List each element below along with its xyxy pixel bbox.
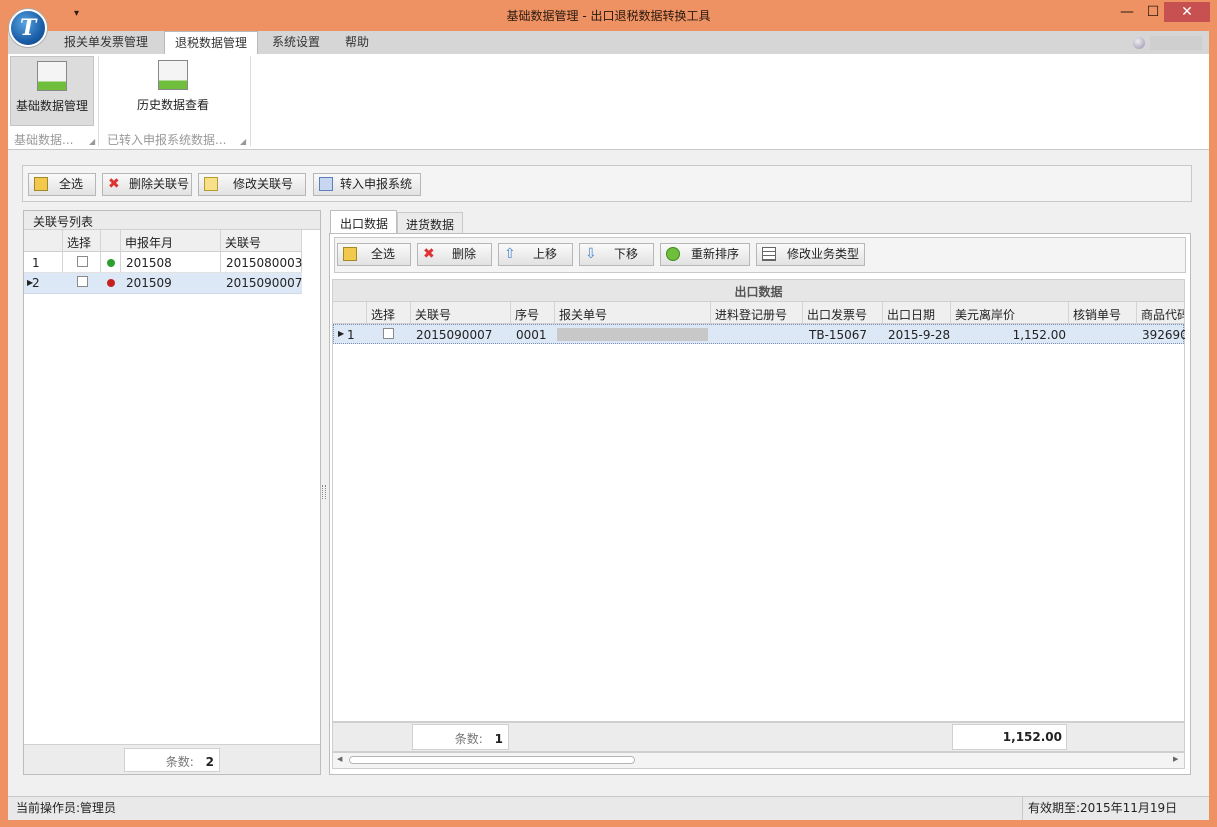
row-fob: 1,152.00	[1012, 328, 1066, 342]
left-count-box: 条数: 2	[124, 748, 220, 772]
checklist-icon	[34, 177, 48, 191]
row-pointer-icon: ▶	[27, 278, 34, 287]
grid-title: 出口数据	[333, 280, 1184, 302]
expire-date: 有效期至:2015年11月19日	[1028, 801, 1178, 815]
list-icon	[762, 247, 776, 261]
link-list-panel	[23, 210, 321, 775]
col-registration[interactable]: 进料登记册号	[711, 306, 801, 323]
edit-link-button[interactable]: 修改关联号	[198, 173, 306, 196]
history-data-icon	[158, 60, 188, 90]
basic-data-button[interactable]: 基础数据管理	[10, 56, 94, 126]
arrow-up-icon: ⇧	[504, 246, 516, 262]
delete-icon: ✖	[423, 246, 435, 262]
col-seq[interactable]: 序号	[511, 306, 553, 323]
col-invoice[interactable]: 出口发票号	[803, 306, 881, 323]
import-declare-button[interactable]: 转入申报系统	[313, 173, 421, 196]
row-invoice: TB-15067	[809, 328, 868, 342]
row-month: 201508	[126, 256, 172, 270]
status-divider	[1022, 796, 1023, 820]
row-link: 2015090007	[416, 328, 493, 342]
export-grid	[332, 279, 1185, 722]
scroll-left-icon[interactable]: ◀	[337, 755, 342, 763]
col-fob[interactable]: 美元离岸价	[951, 306, 1067, 323]
row-checkbox[interactable]	[77, 276, 88, 287]
row-number: 1	[32, 256, 40, 270]
col-date[interactable]: 出口日期	[883, 306, 949, 323]
arrow-down-icon: ⇩	[585, 246, 597, 262]
app-window: 基础数据管理 - 出口退税数据转换工具 ▾ — ☐ ✕ T 报关单发票管理 退税…	[0, 0, 1217, 827]
select-all-button[interactable]: 全选	[28, 173, 96, 196]
title-bar: 基础数据管理 - 出口退税数据转换工具 ▾ — ☐ ✕	[0, 0, 1217, 30]
user-placeholder	[1150, 36, 1202, 50]
resort-button[interactable]: 重新排序	[660, 243, 750, 266]
tab-help[interactable]: 帮助	[335, 31, 379, 54]
export-select-all-button[interactable]: 全选	[337, 243, 411, 266]
row-checkbox[interactable]	[77, 256, 88, 267]
edit-business-type-button[interactable]: 修改业务类型	[756, 243, 865, 266]
tab-purchase-data[interactable]: 进货数据	[397, 212, 463, 233]
col-select[interactable]: 选择	[367, 306, 409, 323]
row-month: 201509	[126, 276, 172, 290]
ribbon-group-imported: 已转入申报系统数据...	[107, 133, 227, 147]
import-icon	[319, 177, 333, 191]
count-label: 条数:	[165, 755, 194, 769]
export-delete-button[interactable]: ✖ 删除	[417, 243, 492, 266]
col-month[interactable]: 申报年月	[121, 234, 219, 251]
move-down-button[interactable]: ⇩ 下移	[579, 243, 654, 266]
row-number: 1	[347, 328, 355, 342]
redacted-declaration	[557, 328, 708, 341]
tab-export-data[interactable]: 出口数据	[330, 210, 397, 234]
window-title: 基础数据管理 - 出口退税数据转换工具	[506, 9, 711, 23]
group-expand-icon[interactable]: ◢	[89, 137, 95, 146]
row-link: 2015080003	[226, 256, 303, 270]
checklist-icon	[343, 247, 357, 261]
row-code: 392690	[1142, 328, 1185, 342]
status-dot-green-icon	[107, 259, 115, 267]
table-row[interactable]: 1 201508 2015080003	[24, 253, 302, 273]
refresh-icon	[666, 247, 680, 261]
count-value: 2	[205, 755, 214, 769]
col-select[interactable]: 选择	[63, 234, 101, 251]
edit-icon	[204, 177, 218, 191]
scroll-right-icon[interactable]: ▶	[1173, 755, 1178, 763]
col-link[interactable]: 关联号	[411, 306, 509, 323]
splitter-handle[interactable]	[322, 485, 326, 499]
col-verify[interactable]: 核销单号	[1069, 306, 1135, 323]
link-list-title: 关联号列表	[24, 211, 320, 230]
row-checkbox[interactable]	[383, 328, 394, 339]
history-data-label: 历史数据查看	[136, 98, 209, 112]
ribbon-divider	[98, 56, 99, 146]
row-seq: 0001	[516, 328, 547, 342]
delete-link-button[interactable]: ✖ 删除关联号	[102, 173, 192, 196]
skin-icon[interactable]	[1133, 37, 1145, 49]
count-value: 1	[494, 732, 503, 746]
row-date: 2015-9-28	[888, 328, 951, 342]
basic-data-icon	[37, 61, 67, 91]
scroll-thumb[interactable]	[349, 756, 635, 764]
current-operator: 当前操作员:管理员	[16, 801, 117, 815]
move-up-button[interactable]: ⇧ 上移	[498, 243, 573, 266]
export-count-box: 条数: 1	[412, 724, 509, 750]
count-label: 条数:	[454, 732, 483, 746]
col-code[interactable]: 商品代码	[1137, 306, 1184, 323]
app-logo-icon[interactable]: T	[9, 9, 47, 47]
ribbon-divider	[250, 56, 251, 146]
tab-tax-refund-data[interactable]: 退税数据管理	[164, 31, 259, 55]
quick-access-dropdown-icon[interactable]: ▾	[74, 8, 79, 19]
ribbon-group-basic: 基础数据...	[14, 133, 74, 147]
status-dot-red-icon	[107, 279, 115, 287]
tab-system-settings[interactable]: 系统设置	[262, 31, 330, 54]
row-link: 2015090007	[226, 276, 303, 290]
history-data-button[interactable]: 历史数据查看	[131, 56, 215, 126]
delete-icon: ✖	[108, 176, 120, 192]
col-declaration[interactable]: 报关单号	[555, 306, 709, 323]
col-link[interactable]: 关联号	[221, 234, 301, 251]
tab-customs-invoice[interactable]: 报关单发票管理	[54, 31, 158, 54]
group-expand-icon[interactable]: ◢	[240, 137, 246, 146]
fob-total: 1,152.00	[952, 724, 1067, 750]
table-row-selected[interactable]: ▶ 1 2015090007 0001 TB-15067 2015-9-28 1…	[333, 324, 1185, 344]
basic-data-label: 基础数据管理	[15, 99, 88, 113]
close-button[interactable]: ✕	[1164, 2, 1210, 22]
table-row-selected[interactable]: 2 ▶ 201509 2015090007	[24, 273, 302, 294]
